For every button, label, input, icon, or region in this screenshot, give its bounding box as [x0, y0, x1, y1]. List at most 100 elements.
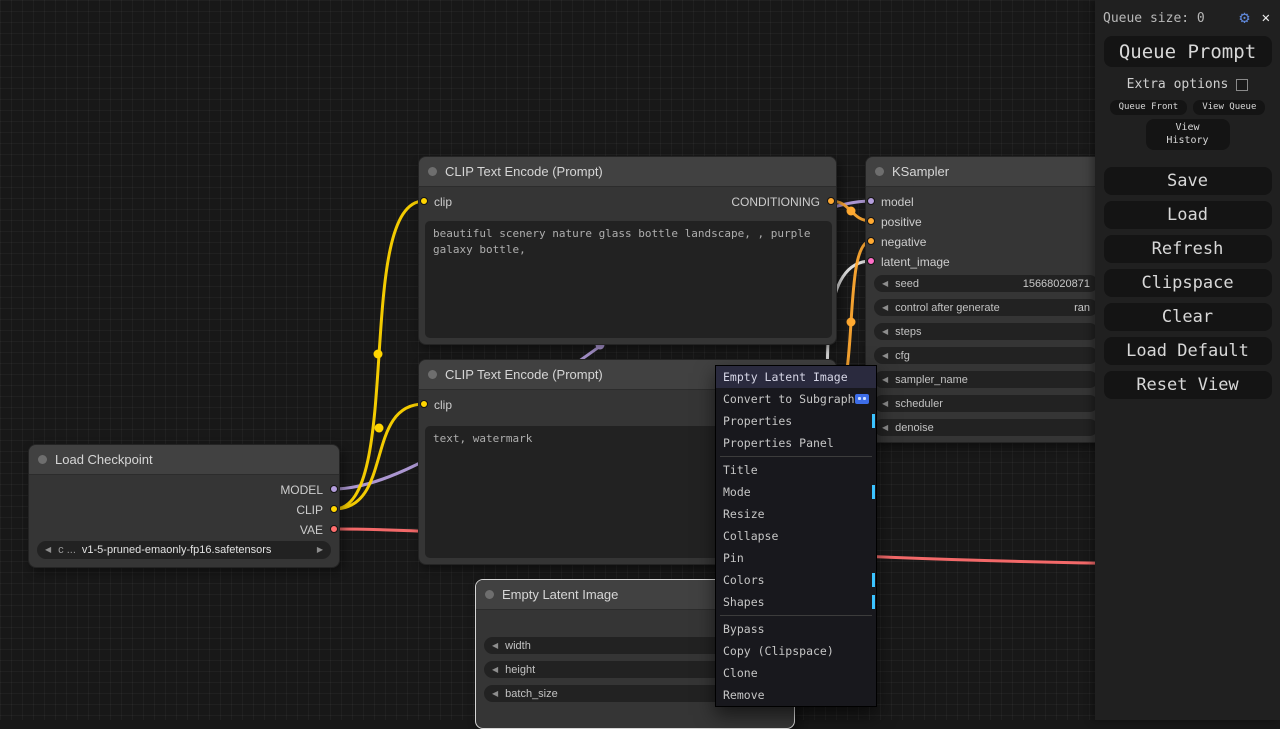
collapse-dot-icon[interactable]: [875, 167, 884, 176]
output-port-clip[interactable]: [330, 505, 338, 513]
comfy-menu-panel: Queue size: 0 ⚙ ✕ Queue Prompt Extra opt…: [1095, 0, 1280, 720]
output-port-model[interactable]: [330, 485, 338, 493]
next-arrow-icon[interactable]: ▶: [317, 546, 323, 554]
menu-item-remove[interactable]: Remove: [716, 684, 876, 706]
link-dot-clip-2: [375, 424, 384, 433]
node-header[interactable]: KSampler: [866, 157, 1104, 187]
menu-item-properties[interactable]: Properties: [716, 410, 876, 432]
menu-item-bypass[interactable]: Bypass: [716, 618, 876, 640]
widget-label: steps: [895, 326, 921, 338]
input-port-latent-image[interactable]: [867, 257, 875, 265]
widget-label: denoise: [895, 422, 934, 434]
clipspace-button[interactable]: Clipspace: [1104, 269, 1272, 297]
input-port-positive[interactable]: [867, 217, 875, 225]
menu-item-convert-to-subgraph[interactable]: Convert to Subgraph: [716, 388, 876, 410]
decrement-arrow-icon[interactable]: ◀: [882, 352, 888, 360]
steps-widget[interactable]: ◀ steps: [874, 323, 1098, 340]
decrement-arrow-icon[interactable]: ◀: [882, 304, 888, 312]
output-port-conditioning[interactable]: [827, 197, 835, 205]
collapse-dot-icon[interactable]: [428, 167, 437, 176]
link-dot-conditioning-1: [847, 207, 856, 216]
decrement-arrow-icon[interactable]: ◀: [492, 666, 498, 674]
sampler-name-widget[interactable]: ◀ sampler_name: [874, 371, 1098, 388]
decrement-arrow-icon[interactable]: ◀: [492, 642, 498, 650]
node-load-checkpoint[interactable]: Load Checkpoint MODEL CLIP VAE ◀ c ... v…: [28, 444, 340, 568]
link-dot-conditioning-2: [847, 318, 856, 327]
scheduler-widget[interactable]: ◀ scheduler: [874, 395, 1098, 412]
menu-divider: [720, 456, 872, 457]
node-clip-text-encode-positive[interactable]: CLIP Text Encode (Prompt) clip CONDITION…: [418, 156, 837, 345]
widget-label: sampler_name: [895, 374, 968, 386]
view-queue-button[interactable]: View Queue: [1193, 100, 1265, 115]
widget-label: scheduler: [895, 398, 943, 410]
input-port-clip[interactable]: [420, 400, 428, 408]
submenu-indicator-icon: [872, 573, 875, 587]
cfg-widget[interactable]: ◀ cfg: [874, 347, 1098, 364]
menu-item-title[interactable]: Title: [716, 459, 876, 481]
queue-prompt-button[interactable]: Queue Prompt: [1104, 36, 1272, 67]
menu-item-label: Bypass: [723, 622, 765, 636]
node-title: CLIP Text Encode (Prompt): [445, 367, 603, 382]
extra-options-label: Extra options: [1127, 77, 1229, 92]
output-label-vae: VAE: [300, 522, 323, 538]
menu-item-resize[interactable]: Resize: [716, 503, 876, 525]
previous-arrow-icon[interactable]: ◀: [45, 546, 51, 554]
widget-label: seed: [895, 278, 919, 290]
wire-clip-1: [334, 201, 424, 509]
graph-canvas[interactable]: CLIP Text Encode (Prompt) clip CONDITION…: [0, 0, 1280, 720]
widget-label: width: [505, 640, 531, 652]
node-header[interactable]: CLIP Text Encode (Prompt): [419, 157, 836, 187]
seed-widget[interactable]: ◀ seed 15668020871: [874, 275, 1098, 292]
menu-item-label: Remove: [723, 688, 765, 702]
input-label-model: model: [881, 194, 914, 210]
denoise-widget[interactable]: ◀ denoise: [874, 419, 1098, 436]
collapse-dot-icon[interactable]: [428, 370, 437, 379]
output-label-clip: CLIP: [296, 502, 323, 518]
menu-item-collapse[interactable]: Collapse: [716, 525, 876, 547]
decrement-arrow-icon[interactable]: ◀: [882, 328, 888, 336]
input-port-model[interactable]: [867, 197, 875, 205]
decrement-arrow-icon[interactable]: ◀: [882, 424, 888, 432]
menu-item-shapes[interactable]: Shapes: [716, 591, 876, 613]
extra-options-checkbox[interactable]: [1236, 79, 1248, 91]
node-title: Load Checkpoint: [55, 452, 153, 467]
menu-item-copy-clipspace[interactable]: Copy (Clipspace): [716, 640, 876, 662]
close-icon[interactable]: ✕: [1262, 10, 1270, 26]
input-port-negative[interactable]: [867, 237, 875, 245]
menu-item-label: Mode: [723, 485, 751, 499]
menu-item-mode[interactable]: Mode: [716, 481, 876, 503]
node-ksampler[interactable]: KSampler model positive negative latent_…: [865, 156, 1105, 443]
decrement-arrow-icon[interactable]: ◀: [492, 690, 498, 698]
load-default-button[interactable]: Load Default: [1104, 337, 1272, 365]
view-history-button[interactable]: View History: [1146, 119, 1230, 150]
clear-button[interactable]: Clear: [1104, 303, 1272, 331]
decrement-arrow-icon[interactable]: ◀: [882, 376, 888, 384]
input-port-clip[interactable]: [420, 197, 428, 205]
output-port-vae[interactable]: [330, 525, 338, 533]
decrement-arrow-icon[interactable]: ◀: [882, 400, 888, 408]
menu-item-colors[interactable]: Colors: [716, 569, 876, 591]
collapse-dot-icon[interactable]: [38, 455, 47, 464]
menu-divider: [720, 615, 872, 616]
queue-front-button[interactable]: Queue Front: [1110, 100, 1188, 115]
ckpt-name-combo[interactable]: ◀ c ... v1-5-pruned-emaonly-fp16.safeten…: [37, 541, 331, 559]
control-after-generate-widget[interactable]: ◀ control after generate ran: [874, 299, 1098, 316]
menu-item-pin[interactable]: Pin: [716, 547, 876, 569]
reset-view-button[interactable]: Reset View: [1104, 371, 1272, 399]
context-menu-title: Empty Latent Image: [716, 366, 876, 388]
load-button[interactable]: Load: [1104, 201, 1272, 229]
refresh-button[interactable]: Refresh: [1104, 235, 1272, 263]
wire-clip-2: [334, 404, 424, 509]
decrement-arrow-icon[interactable]: ◀: [882, 280, 888, 288]
menu-item-label: Clone: [723, 666, 758, 680]
submenu-indicator-icon: [872, 595, 875, 609]
node-header[interactable]: Load Checkpoint: [29, 445, 339, 475]
collapse-dot-icon[interactable]: [485, 590, 494, 599]
menu-item-clone[interactable]: Clone: [716, 662, 876, 684]
settings-gear-icon[interactable]: ⚙: [1239, 8, 1249, 28]
menu-item-properties-panel[interactable]: Properties Panel: [716, 432, 876, 454]
prompt-textarea[interactable]: beautiful scenery nature glass bottle la…: [425, 221, 832, 338]
widget-label: height: [505, 664, 535, 676]
save-button[interactable]: Save: [1104, 167, 1272, 195]
input-label-latent-image: latent_image: [881, 254, 950, 270]
